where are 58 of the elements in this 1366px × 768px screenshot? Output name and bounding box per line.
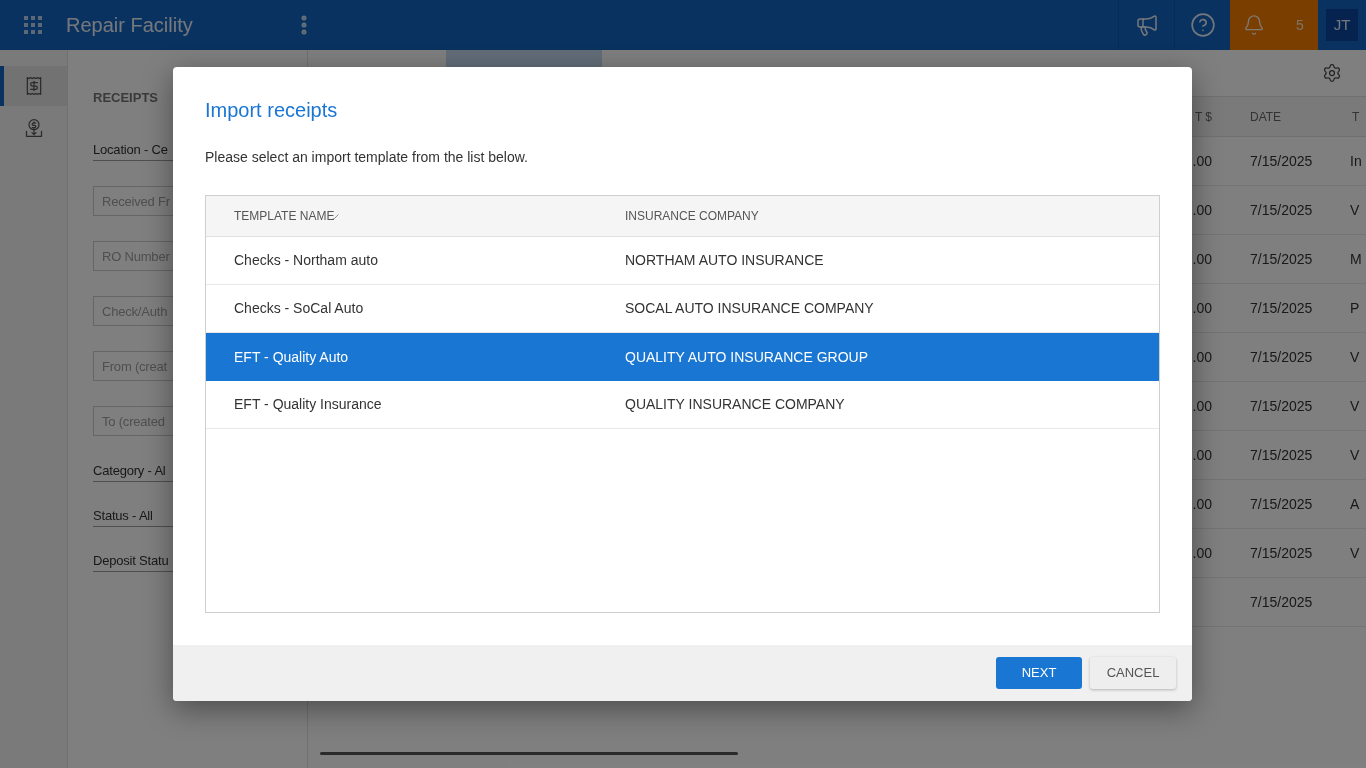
column-header[interactable]: TEMPLATE NAME [234, 207, 335, 225]
table-cell: 7/15/2025 [1250, 593, 1313, 610]
table-cell: .00 [1192, 348, 1212, 365]
table-cell: In [1350, 152, 1362, 169]
table-cell: .00 [1192, 544, 1212, 561]
table-cell: 7/15/2025 [1250, 446, 1313, 463]
column-header: T [1351, 108, 1361, 126]
table-cell: 7/15/2025 [1250, 250, 1313, 267]
panel-heading: RECEIPTS [93, 90, 158, 106]
table-cell: M [1350, 250, 1362, 267]
table-cell: 7/15/2025 [1250, 152, 1313, 169]
table-cell: .00 [1192, 397, 1212, 414]
app-grid-icon[interactable] [24, 16, 42, 34]
help-icon[interactable] [1189, 12, 1216, 38]
table-cell: .00 [1192, 250, 1212, 267]
table-cell: 7/15/2025 [1250, 397, 1313, 414]
table-cell: 7/15/2025 [1250, 495, 1313, 512]
bell-icon[interactable] [1243, 13, 1265, 37]
table-cell-text: EFT - Quality Auto [234, 347, 349, 367]
megaphone-icon[interactable] [1134, 13, 1159, 37]
table-cell: P [1350, 299, 1360, 316]
sort-icon[interactable] [332, 214, 340, 220]
settings-icon[interactable] [1322, 63, 1342, 83]
table-cell: V [1350, 446, 1360, 463]
table-cell: V [1350, 397, 1360, 414]
table-cell-text: NORTHAM AUTO INSURANCE [625, 251, 824, 270]
table-cell: .00 [1192, 299, 1212, 316]
next-button[interactable]: NEXT [996, 657, 1082, 689]
table-cell-text: Checks - SoCal Auto [234, 299, 364, 318]
template-row[interactable]: EFT - Quality Auto QUALITY AUTO INSURANCE GROUP [206, 333, 1159, 381]
column-header: T $ [1194, 108, 1213, 126]
table-cell: V [1350, 348, 1360, 365]
notification-count: 5 [1296, 15, 1304, 35]
table-cell-text: SOCAL AUTO INSURANCE COMPANY [625, 299, 874, 318]
table-cell: 7/15/2025 [1250, 544, 1313, 561]
table-cell: .00 [1192, 201, 1212, 218]
table-cell: V [1350, 201, 1360, 218]
dialog-message: Please select an import template from the list below. [205, 148, 528, 167]
app-title: Repair Facility [66, 13, 193, 38]
table-cell: 7/15/2025 [1250, 201, 1313, 218]
table-cell-text: Checks - Northam auto [234, 251, 378, 270]
horizontal-scrollbar[interactable] [320, 752, 738, 755]
dialog-title: Import receipts [205, 98, 338, 123]
table-cell: .00 [1192, 446, 1212, 463]
table-cell: .00 [1192, 495, 1212, 512]
table-cell: A [1350, 495, 1360, 512]
table-cell: .00 [1192, 152, 1212, 169]
cancel-button[interactable]: CANCEL [1090, 657, 1176, 689]
column-header[interactable]: INSURANCE COMPANY [625, 207, 759, 225]
table-cell-text: QUALITY AUTO INSURANCE GROUP [625, 347, 868, 367]
table-cell-text: EFT - Quality Insurance [234, 395, 382, 414]
table-cell-text: QUALITY INSURANCE COMPANY [625, 395, 845, 414]
table-cell: 7/15/2025 [1250, 299, 1313, 316]
table-cell: 7/15/2025 [1250, 348, 1313, 365]
table-cell: V [1350, 544, 1360, 561]
coin-tray-icon[interactable] [23, 118, 44, 138]
column-header: DATE [1249, 108, 1283, 126]
nav-item[interactable] [0, 66, 67, 106]
